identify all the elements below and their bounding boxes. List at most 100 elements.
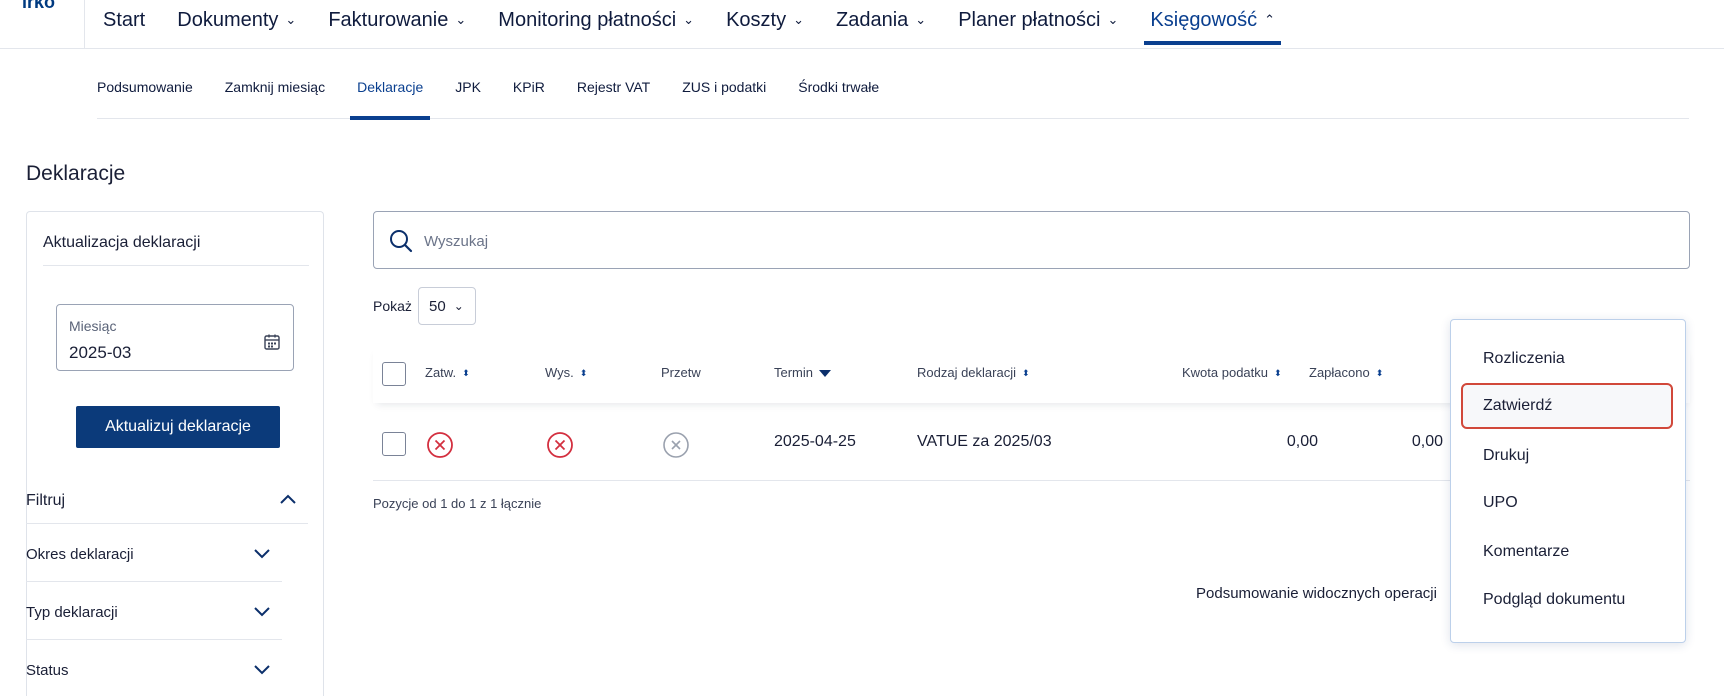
column-label: Kwota podatku: [1182, 365, 1269, 380]
column-label: Rodzaj deklaracji: [917, 365, 1016, 380]
nav-item-planer-platnosci[interactable]: Planer płatności ⌄: [958, 0, 1118, 40]
menu-item-drukuj[interactable]: Drukuj: [1461, 433, 1673, 479]
month-field-label: Miesiąc: [69, 318, 117, 334]
filter-label: Typ deklaracji: [26, 604, 118, 621]
nav-item-label: Fakturowanie: [328, 8, 449, 31]
column-header-sent[interactable]: Wys. ⬍: [545, 365, 587, 380]
nav-item-label: Monitoring płatności: [498, 8, 677, 31]
sort-descending-icon: [819, 370, 832, 378]
sort-icon: ⬍: [1022, 368, 1030, 379]
chevron-up-icon: ⌃: [1264, 12, 1276, 27]
search-box[interactable]: [373, 211, 1690, 269]
sub-nav-items: Podsumowanie Zamknij miesiąc Deklaracje …: [97, 55, 1689, 120]
column-header-deadline[interactable]: Termin: [774, 365, 832, 380]
column-header-processed: Przetw: [661, 365, 701, 380]
not-processed-icon: [663, 432, 689, 458]
nav-item-start[interactable]: Start: [103, 0, 145, 40]
subnav-item-zus-i-podatki[interactable]: ZUS i podatki: [682, 55, 766, 119]
filter-section-toggle[interactable]: Filtruj: [26, 476, 308, 524]
column-label: Termin: [774, 365, 814, 380]
nav-item-koszty[interactable]: Koszty ⌄: [726, 0, 804, 40]
column-label: Przetw: [661, 365, 701, 380]
chevron-down-icon: ⌄: [453, 299, 464, 313]
column-label: Wys.: [545, 365, 574, 380]
nav-item-label: Dokumenty: [177, 8, 279, 31]
nav-item-label: Planer płatności: [958, 8, 1101, 31]
sort-icon: ⬍: [462, 368, 470, 379]
nav-item-fakturowanie[interactable]: Fakturowanie ⌄: [328, 0, 466, 40]
nav-item-dokumenty[interactable]: Dokumenty ⌄: [177, 0, 296, 40]
page-size-select[interactable]: 50 ⌄: [418, 287, 476, 325]
menu-item-rozliczenia[interactable]: Rozliczenia: [1461, 336, 1673, 382]
search-icon: [390, 230, 413, 253]
filter-okres-deklaracji[interactable]: Okres deklaracji: [26, 524, 282, 582]
filter-heading: Filtruj: [26, 492, 66, 509]
nav-item-label: Księgowość: [1150, 8, 1258, 31]
panel-heading: Aktualizacja deklaracji: [43, 234, 201, 251]
nav-item-ksiegowosc[interactable]: Księgowość ⌃: [1144, 0, 1281, 45]
month-field[interactable]: Miesiąc: [56, 304, 294, 371]
nav-item-label: Start: [103, 8, 146, 31]
nav-item-label: Zadania: [836, 8, 909, 31]
sort-icon: ⬍: [1375, 368, 1384, 379]
visible-operations-summary: Podsumowanie widocznych operacji: [1196, 585, 1437, 602]
chevron-down-icon: [254, 665, 270, 675]
filter-label: Okres deklaracji: [26, 546, 134, 563]
subnav-item-zamknij-miesiac[interactable]: Zamknij miesiąc: [225, 55, 325, 119]
row-checkbox[interactable]: [382, 432, 406, 456]
calendar-icon[interactable]: [263, 333, 281, 351]
sort-icon: ⬍: [1274, 368, 1282, 379]
column-header-tax-amount[interactable]: Kwota podatku ⬍: [1182, 365, 1282, 380]
chevron-up-icon: [280, 494, 296, 504]
select-all-checkbox[interactable]: [382, 362, 406, 386]
chevron-down-icon: [254, 549, 270, 559]
divider: [43, 265, 309, 266]
chevron-down-icon: [254, 607, 270, 617]
nav-item-monitoring-platnosci[interactable]: Monitoring płatności ⌄: [498, 0, 694, 40]
top-navigation: irko Start Dokumenty ⌄ Fakturowanie ⌄ Mo…: [0, 0, 1724, 49]
cell-declaration-type: VATUE za 2025/03: [917, 433, 1052, 450]
column-label: Zapłacono: [1309, 365, 1370, 380]
column-label: Zatw.: [425, 365, 457, 380]
menu-item-podglad-dokumentu[interactable]: Podgląd dokumentu: [1461, 577, 1673, 623]
filter-typ-deklaracji[interactable]: Typ deklaracji: [26, 582, 282, 640]
not-approved-icon: [427, 432, 453, 458]
subnav-item-srodki-trwale[interactable]: Środki trwałe: [798, 55, 879, 119]
sub-navigation: Podsumowanie Zamknij miesiąc Deklaracje …: [97, 55, 1689, 120]
month-input[interactable]: [69, 343, 229, 363]
page-title: Deklaracje: [26, 162, 126, 185]
logo-divider: [84, 0, 85, 48]
subnav-item-deklaracje[interactable]: Deklaracje: [350, 55, 431, 120]
chevron-down-icon: ⌄: [1107, 12, 1119, 27]
subnav-item-podsumowanie[interactable]: Podsumowanie: [97, 55, 193, 119]
cell-tax-amount: 0,00: [1286, 433, 1318, 450]
nav-item-zadania[interactable]: Zadania ⌄: [836, 0, 926, 40]
menu-item-komentarze[interactable]: Komentarze: [1461, 529, 1673, 575]
search-input[interactable]: [424, 226, 1624, 256]
chevron-down-icon: ⌄: [683, 12, 695, 27]
chevron-down-icon: ⌄: [285, 12, 297, 27]
column-header-paid[interactable]: Zapłacono ⬍: [1309, 365, 1383, 380]
subnav-item-kpir[interactable]: KPiR: [513, 55, 545, 119]
cell-paid: 0,00: [1411, 433, 1443, 450]
subnav-item-rejestr-vat[interactable]: Rejestr VAT: [577, 55, 650, 119]
chevron-down-icon: ⌄: [793, 12, 804, 27]
column-header-type[interactable]: Rodzaj deklaracji ⬍: [917, 365, 1030, 380]
update-declarations-button[interactable]: Aktualizuj deklaracje: [76, 406, 280, 448]
subnav-item-jpk[interactable]: JPK: [455, 55, 481, 119]
filter-status[interactable]: Status: [26, 640, 282, 696]
not-sent-icon: [547, 432, 573, 458]
row-actions-menu: Rozliczenia Zatwierdź Drukuj UPO Komenta…: [1450, 319, 1686, 643]
page-size-value: 50: [429, 297, 446, 315]
page-size-label: Pokaż: [373, 298, 412, 314]
chevron-down-icon: ⌄: [915, 12, 927, 27]
menu-item-upo[interactable]: UPO: [1461, 480, 1673, 526]
nav-item-label: Koszty: [726, 8, 787, 31]
top-nav-items: Start Dokumenty ⌄ Fakturowanie ⌄ Monitor…: [103, 0, 1307, 49]
logo[interactable]: irko: [22, 0, 55, 13]
pagination-info: Pozycje od 1 do 1 z 1 łącznie: [373, 496, 542, 511]
sort-icon: ⬍: [579, 368, 588, 379]
menu-item-zatwierdz[interactable]: Zatwierdź: [1461, 383, 1673, 429]
column-header-approved[interactable]: Zatw. ⬍: [425, 365, 470, 380]
chevron-down-icon: ⌄: [455, 12, 467, 27]
